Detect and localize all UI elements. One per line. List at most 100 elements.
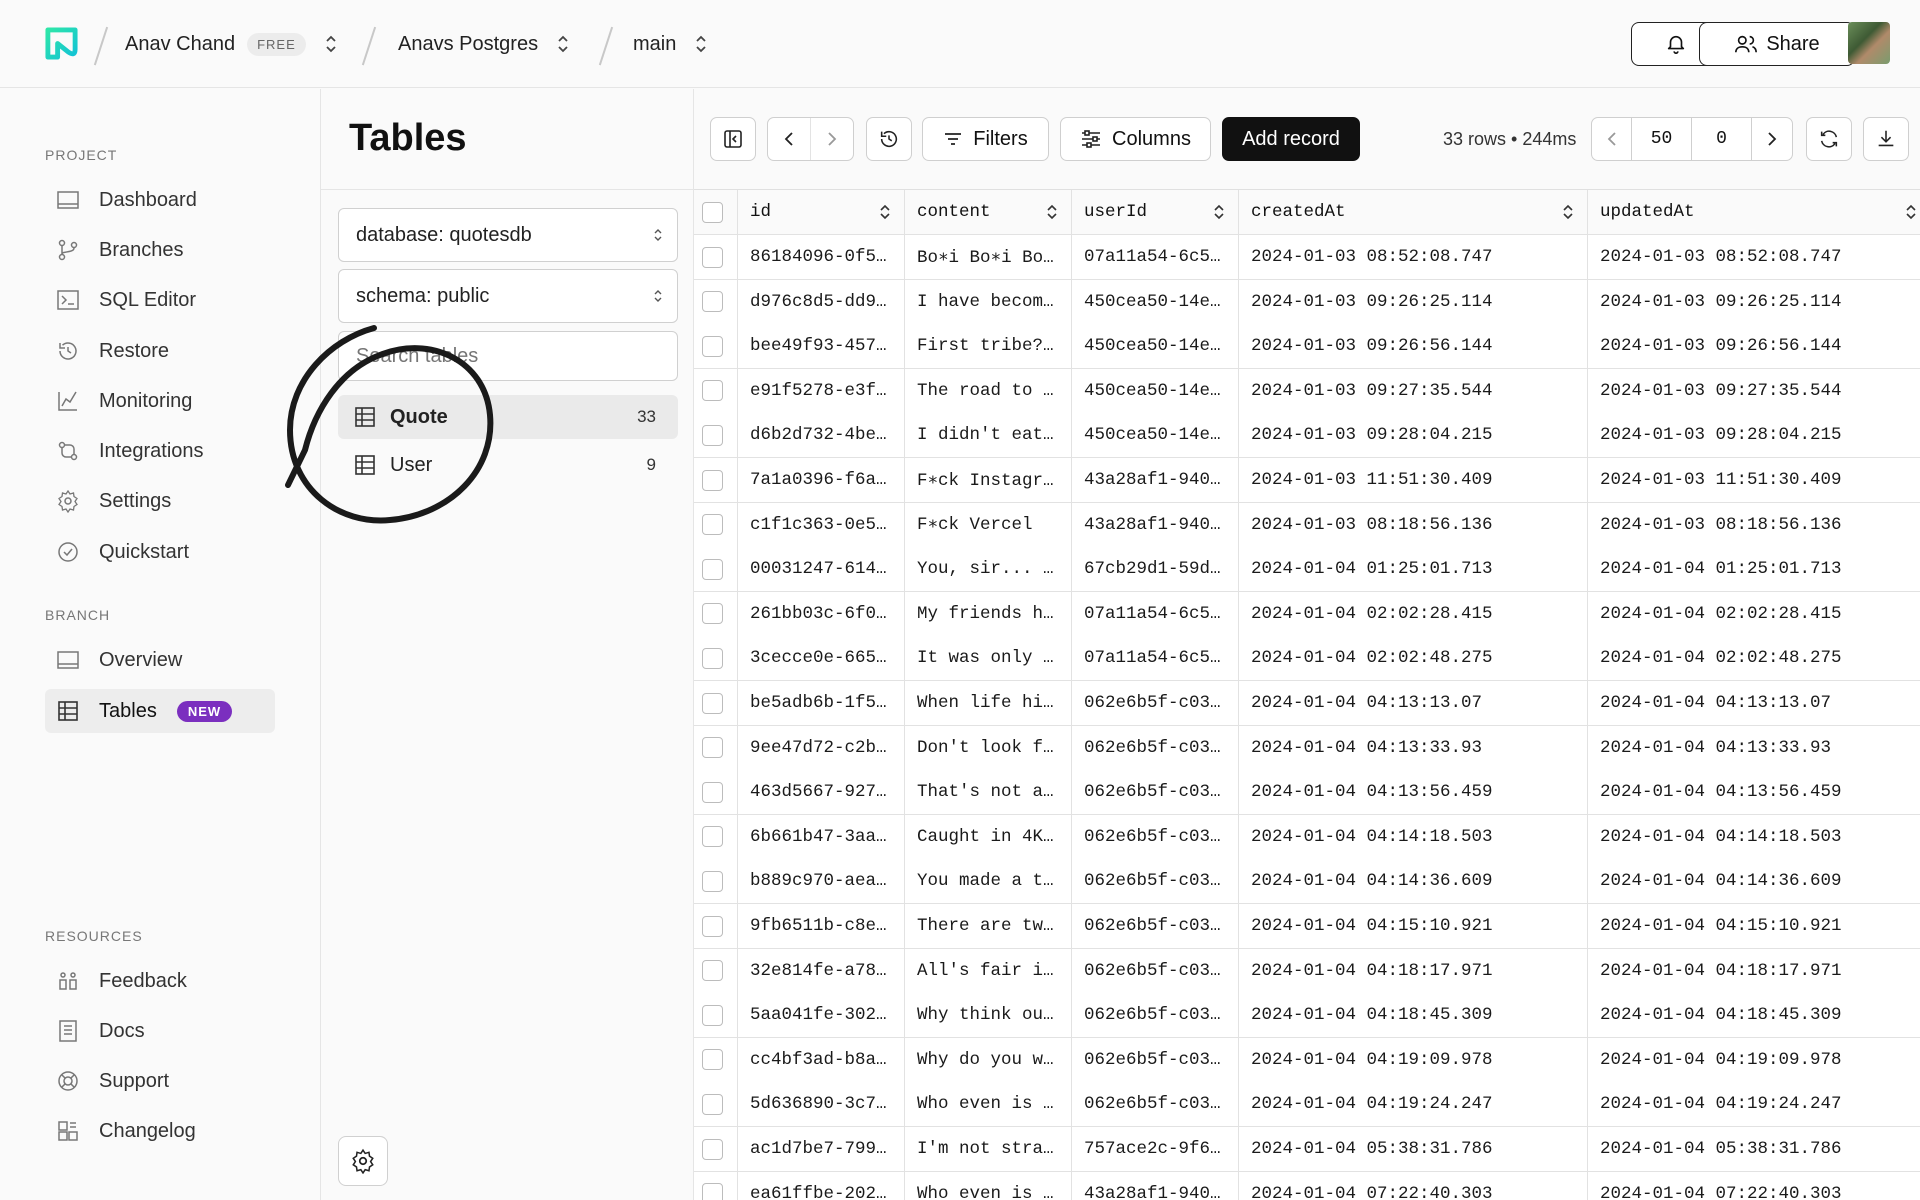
cell-updatedat[interactable]: 2024-01-03 09:28:04.215 [1588,413,1920,457]
row-checkbox[interactable] [702,692,723,714]
org-switcher[interactable]: Anav Chand FREE [125,28,338,60]
cell-updatedat[interactable]: 2024-01-03 09:27:35.544 [1588,369,1920,413]
cell-userid[interactable]: 062e6b5f-c03… [1072,1037,1239,1082]
cell-userid[interactable]: 062e6b5f-c03… [1072,725,1239,770]
add-record-button[interactable]: Add record [1222,117,1360,161]
cell-content[interactable]: There are tw… [905,904,1072,948]
next-page-button[interactable] [1752,118,1792,160]
cell-id[interactable]: ac1d7be7-799… [738,1127,905,1171]
cell-updatedat[interactable]: 2024-01-03 11:51:30.409 [1588,458,1920,502]
cell-updatedat[interactable]: 2024-01-04 04:19:24.247 [1588,1082,1920,1126]
cell-content[interactable]: Who even is … [905,1171,1072,1200]
sort-icon[interactable] [1212,202,1226,222]
cell-updatedat[interactable]: 2024-01-04 04:18:17.971 [1588,949,1920,993]
cell-id[interactable]: 7a1a0396-f6a… [738,458,905,502]
cell-content[interactable]: Don't look f… [905,725,1072,770]
cell-createdat[interactable]: 2024-01-03 11:51:30.409 [1239,458,1588,502]
cell-userid[interactable]: 062e6b5f-c03… [1072,904,1239,948]
row-checkbox[interactable] [702,1183,723,1200]
sidebar-item-overview[interactable]: Overview [45,638,275,682]
row-checkbox[interactable] [702,469,723,491]
sidebar-item-settings[interactable]: Settings [45,479,275,523]
table-row[interactable]: 6b661b47-3aa… Caught in 4K… 062e6b5f-c03… 2… [694,814,1920,860]
cell-updatedat[interactable]: 2024-01-03 08:18:56.136 [1588,503,1920,547]
branch-switcher[interactable]: main [633,28,708,60]
row-checkbox[interactable] [702,291,723,313]
table-row[interactable]: be5adb6b-1f5… When life hi… 062e6b5f-c03… 2… [694,681,1920,726]
row-checkbox[interactable] [702,781,723,803]
project-switcher[interactable]: Anavs Postgres [398,28,570,60]
cell-updatedat[interactable]: 2024-01-04 04:14:36.609 [1588,859,1920,903]
cell-id[interactable]: 00031247-614… [738,547,905,592]
cell-createdat[interactable]: 2024-01-03 08:52:08.747 [1239,235,1588,279]
forward-button[interactable] [811,118,854,160]
cell-id[interactable]: b889c970-aea… [738,859,905,904]
page-offset-input[interactable]: 0 [1692,118,1752,160]
cell-id[interactable]: 261bb03c-6f0… [738,591,905,636]
cell-userid[interactable]: 062e6b5f-c03… [1072,1082,1239,1127]
cell-userid[interactable]: 757ace2c-9f6… [1072,1127,1239,1171]
cell-createdat[interactable]: 2024-01-03 09:26:25.114 [1239,279,1588,324]
cell-id[interactable]: be5adb6b-1f5… [738,681,905,725]
cell-content[interactable]: It was only … [905,636,1072,681]
cell-userid[interactable]: 43a28af1-940… [1072,1171,1239,1200]
cell-createdat[interactable]: 2024-01-04 04:14:18.503 [1239,814,1588,859]
table-list-item-quote[interactable]: Quote 33 [338,395,678,439]
cell-userid[interactable]: 062e6b5f-c03… [1072,859,1239,904]
cell-id[interactable]: 86184096-0f5… [738,235,905,279]
database-select[interactable]: database: quotesdb [338,208,678,262]
table-row[interactable]: d976c8d5-dd9… I have becom… 450cea50-14e… 2… [694,279,1920,325]
cell-updatedat[interactable]: 2024-01-04 07:22:40.303 [1588,1172,1920,1200]
table-row[interactable]: ac1d7be7-799… I'm not stra… 757ace2c-9f6… 2… [694,1127,1920,1172]
table-row[interactable]: 7a1a0396-f6a… F∗ck Instagr… 43a28af1-940… 2… [694,458,1920,503]
sidebar-item-changelog[interactable]: Changelog [45,1109,275,1153]
cell-createdat[interactable]: 2024-01-04 04:13:13.07 [1239,681,1588,725]
row-checkbox[interactable] [702,737,723,759]
cell-userid[interactable]: 062e6b5f-c03… [1072,948,1239,993]
cell-createdat[interactable]: 2024-01-03 08:18:56.136 [1239,502,1588,547]
columns-button[interactable]: Columns [1060,117,1211,161]
cell-updatedat[interactable]: 2024-01-04 02:02:48.275 [1588,636,1920,680]
cell-content[interactable]: F∗ck Instagr… [905,458,1072,502]
prev-page-button[interactable] [1592,118,1632,160]
sidebar-item-monitoring[interactable]: Monitoring [45,379,275,423]
row-checkbox[interactable] [702,1004,723,1026]
cell-updatedat[interactable]: 2024-01-04 04:19:09.978 [1588,1038,1920,1082]
neon-logo-icon[interactable] [44,26,79,61]
column-header-userid[interactable]: userId [1072,190,1239,234]
column-header-id[interactable]: id [738,190,905,234]
cell-id[interactable]: d976c8d5-dd9… [738,279,905,324]
avatar[interactable] [1848,22,1890,64]
row-checkbox[interactable] [702,647,723,669]
table-row[interactable]: 3cecce0e-665… It was only … 07a11a54-6c5… 2… [694,636,1920,682]
row-checkbox[interactable] [702,424,723,446]
cell-updatedat[interactable]: 2024-01-04 04:13:33.93 [1588,726,1920,770]
column-header-createdat[interactable]: createdAt [1239,190,1588,234]
share-button[interactable]: Share [1699,22,1855,66]
table-row[interactable]: e91f5278-e3f… The road to … 450cea50-14e… 2… [694,368,1920,414]
row-checkbox[interactable] [702,870,723,892]
cell-content[interactable]: I'm not stra… [905,1127,1072,1171]
cell-createdat[interactable]: 2024-01-04 04:19:09.978 [1239,1037,1588,1082]
cell-userid[interactable]: 062e6b5f-c03… [1072,770,1239,815]
cell-createdat[interactable]: 2024-01-04 07:22:40.303 [1239,1171,1588,1200]
cell-id[interactable]: 9fb6511b-c8e… [738,904,905,948]
table-row[interactable]: 5aa041fe-302… Why think ou… 062e6b5f-c03… 2… [694,993,1920,1039]
cell-userid[interactable]: 07a11a54-6c5… [1072,235,1239,279]
cell-content[interactable]: My friends h… [905,591,1072,636]
row-checkbox[interactable] [702,335,723,357]
cell-id[interactable]: 3cecce0e-665… [738,636,905,681]
cell-content[interactable]: All's fair i… [905,948,1072,993]
sidebar-item-docs[interactable]: Docs [45,1009,275,1053]
cell-userid[interactable]: 450cea50-14e… [1072,413,1239,458]
cell-createdat[interactable]: 2024-01-04 04:13:56.459 [1239,770,1588,815]
cell-id[interactable]: 32e814fe-a78… [738,948,905,993]
select-all-checkbox[interactable] [702,201,723,223]
cell-content[interactable]: Bo∗i Bo∗i Bo… [905,235,1072,279]
column-header-updatedat[interactable]: updatedAt [1588,190,1920,234]
cell-updatedat[interactable]: 2024-01-04 04:18:45.309 [1588,993,1920,1037]
table-row[interactable]: b889c970-aea… You made a t… 062e6b5f-c03… 2… [694,859,1920,905]
row-checkbox[interactable] [702,960,723,982]
search-tables-input[interactable] [338,331,678,381]
history-button[interactable] [866,117,912,161]
